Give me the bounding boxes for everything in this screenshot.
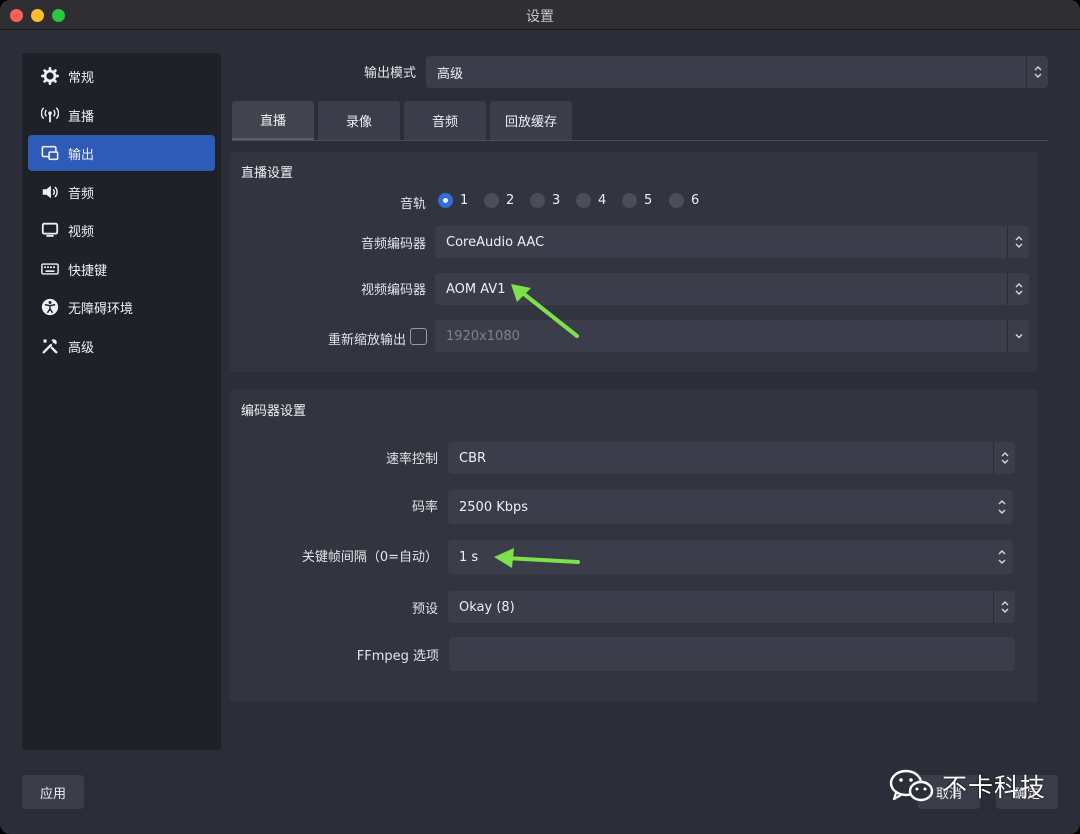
ffmpeg-options-input[interactable] (449, 637, 1015, 671)
tab-stream[interactable]: 直播 (232, 101, 314, 140)
sidebar-item-audio[interactable]: 音频 (28, 174, 215, 210)
sidebar-item-label: 常规 (68, 70, 95, 86)
rescale-output-checkbox[interactable] (410, 328, 427, 345)
watermark-text: 不卡科技 (942, 773, 1047, 802)
audio-encoder-select[interactable]: CoreAudio AAC (435, 226, 1029, 258)
radio-unselected (530, 193, 545, 208)
radio-label: 4 (598, 193, 607, 208)
video-encoder-select[interactable]: AOM AV1 (435, 273, 1029, 305)
monitor-icon (40, 220, 60, 240)
output-icon (40, 143, 60, 163)
video-encoder-label: 视频编码器 (360, 283, 426, 298)
keyframe-interval-spinbox[interactable]: 1 s (448, 540, 1013, 574)
audio-track-radio-1[interactable]: 1 (438, 193, 468, 208)
video-encoder-value: AOM AV1 (446, 281, 506, 297)
radio-label: 6 (691, 193, 700, 208)
bitrate-spinbox[interactable]: 2500 Kbps (448, 490, 1013, 524)
chevron-updown-icon (1007, 273, 1029, 305)
tab-recording[interactable]: 录像 (318, 101, 400, 140)
gear-icon (40, 66, 60, 86)
sidebar-item-output[interactable]: 输出 (28, 135, 215, 171)
sidebar-item-stream[interactable]: 直播 (28, 97, 215, 133)
ffmpeg-options-label: FFmpeg 选项 (356, 649, 439, 664)
sidebar-item-general[interactable]: 常规 (28, 58, 215, 94)
tab-audio[interactable]: 音频 (404, 101, 486, 140)
sidebar-item-accessibility[interactable]: 无障碍环境 (28, 289, 215, 325)
radio-label: 5 (644, 193, 653, 208)
titlebar: 设置 (0, 0, 1080, 30)
sidebar-item-label: 快捷键 (68, 263, 108, 279)
sidebar-item-label: 无障碍环境 (68, 301, 134, 317)
settings-window: 设置 常规 直播 输出 音频 视频 快捷键 无障碍环境 高级 输出模式 高级 直… (0, 0, 1080, 834)
audio-track-radio-5[interactable]: 5 (622, 193, 652, 208)
audio-track-label: 音轨 (399, 197, 426, 212)
broadcast-icon (40, 105, 60, 125)
accessibility-icon (40, 297, 60, 317)
window-title: 设置 (526, 9, 554, 25)
sidebar-item-hotkeys[interactable]: 快捷键 (28, 251, 215, 287)
output-mode-select[interactable]: 高级 (426, 56, 1048, 88)
tab-divider (232, 140, 1048, 141)
sidebar-item-video[interactable]: 视频 (28, 212, 215, 248)
radio-label: 3 (552, 193, 561, 208)
audio-encoder-value: CoreAudio AAC (446, 234, 545, 250)
speaker-icon (40, 182, 60, 202)
tab-replay-buffer[interactable]: 回放缓存 (490, 101, 572, 140)
rescale-output-label: 重新缩放输出 (327, 333, 406, 348)
encoder-settings-title: 编码器设置 (241, 404, 307, 419)
rescale-resolution-select: 1920x1080 (435, 320, 1029, 352)
radio-unselected (576, 193, 591, 208)
stepper-icon[interactable] (991, 490, 1013, 524)
watermark: 不卡科技 (888, 768, 1046, 804)
output-mode-label: 输出模式 (363, 66, 416, 81)
preset-value: Okay (8) (459, 599, 515, 615)
rate-control-select[interactable]: CBR (448, 442, 1015, 474)
stream-settings-title: 直播设置 (241, 166, 294, 181)
keyboard-icon (40, 259, 60, 279)
rate-control-value: CBR (459, 450, 487, 466)
sidebar-item-advanced[interactable]: 高级 (28, 328, 215, 364)
bitrate-label: 码率 (411, 500, 438, 515)
keyframe-interval-value: 1 s (459, 549, 479, 565)
rescale-resolution-value: 1920x1080 (446, 328, 520, 344)
rate-control-label: 速率控制 (385, 452, 438, 467)
sidebar-item-label: 高级 (68, 340, 95, 356)
chevron-down-icon (1007, 320, 1029, 352)
chevron-updown-icon (993, 591, 1015, 623)
audio-track-radio-4[interactable]: 4 (576, 193, 606, 208)
keyframe-interval-label: 关键帧间隔（0=自动） (301, 550, 438, 565)
audio-track-radio-3[interactable]: 3 (530, 193, 560, 208)
audio-encoder-label: 音频编码器 (360, 237, 426, 252)
radio-unselected (484, 193, 499, 208)
radio-label: 1 (460, 193, 469, 208)
tools-icon (40, 336, 60, 356)
sidebar-item-label: 视频 (68, 224, 95, 240)
sidebar-item-label: 音频 (68, 186, 95, 202)
radio-unselected (622, 193, 637, 208)
preset-label: 预设 (411, 602, 438, 617)
sidebar-item-label: 直播 (68, 109, 95, 125)
radio-selected (438, 193, 453, 208)
preset-select[interactable]: Okay (8) (448, 591, 1015, 623)
chevron-updown-icon (993, 442, 1015, 474)
radio-unselected (669, 193, 684, 208)
radio-label: 2 (506, 193, 515, 208)
audio-track-radio-6[interactable]: 6 (669, 193, 699, 208)
bitrate-value: 2500 Kbps (459, 499, 529, 515)
audio-track-radio-2[interactable]: 2 (484, 193, 514, 208)
stepper-icon[interactable] (991, 540, 1013, 574)
sidebar-item-label: 输出 (68, 147, 95, 163)
output-mode-value: 高级 (437, 66, 464, 82)
apply-button[interactable]: 应用 (22, 775, 84, 809)
chevron-updown-icon (1007, 226, 1029, 258)
wechat-icon (889, 769, 934, 802)
chevron-updown-icon (1026, 56, 1048, 88)
